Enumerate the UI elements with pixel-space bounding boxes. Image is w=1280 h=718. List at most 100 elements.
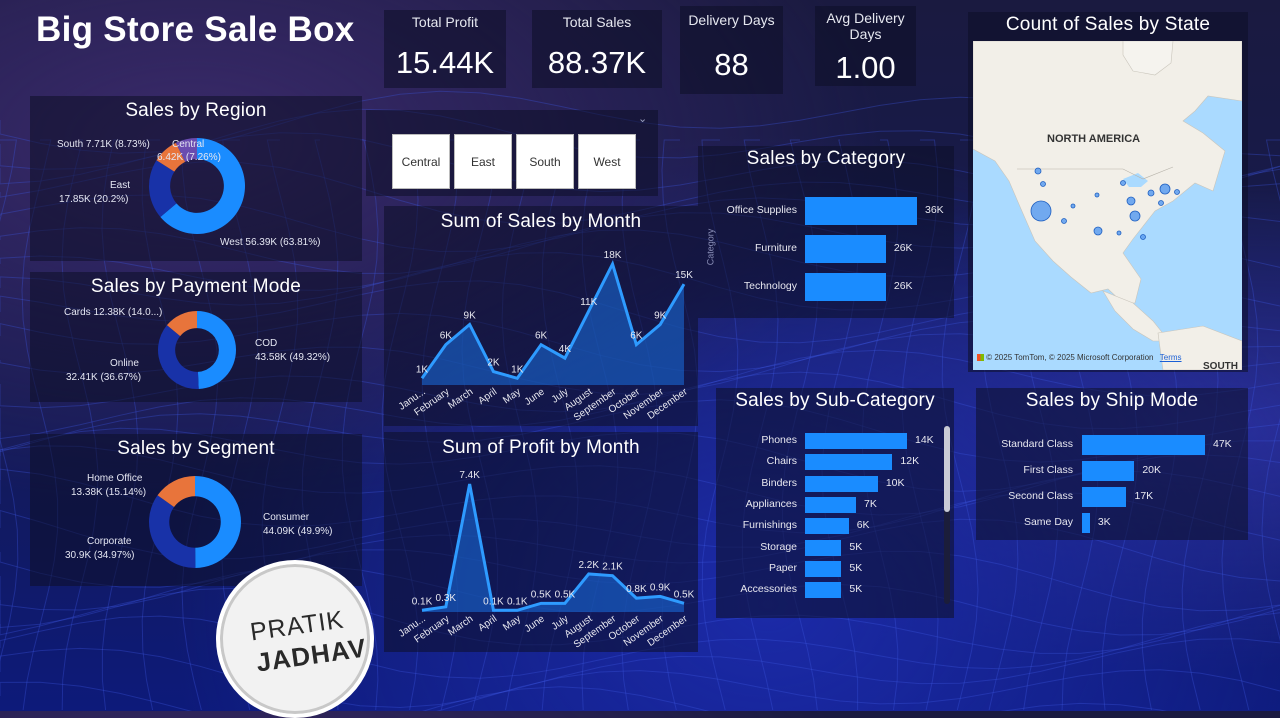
map-bubble xyxy=(1174,189,1180,195)
bar[interactable] xyxy=(1082,487,1127,507)
chevron-down-icon[interactable]: ⌄ xyxy=(638,112,647,125)
bar[interactable] xyxy=(1082,435,1205,455)
data-label: 11K xyxy=(580,297,597,308)
data-label: 9K xyxy=(464,311,477,322)
bar[interactable] xyxy=(805,273,886,301)
map-bubble xyxy=(1120,180,1126,186)
region-label-south: South 7.71K (8.73%) xyxy=(57,139,150,150)
data-label: 0.1K xyxy=(483,596,504,607)
data-label: 6K xyxy=(535,331,548,342)
data-label: 15K xyxy=(675,270,693,281)
payment-label-cod: COD xyxy=(255,338,278,349)
microsoft-logo-icon xyxy=(977,354,984,362)
kpi-total-profit: Total Profit 15.44K xyxy=(384,10,506,88)
segment-label-home: Home Office xyxy=(87,473,143,484)
x-tick-label: June xyxy=(523,386,547,408)
x-tick-label: April xyxy=(476,386,499,406)
kpi-label: Total Sales xyxy=(562,14,632,30)
wave-line xyxy=(0,139,19,662)
map-bubbles xyxy=(1030,167,1180,240)
kpi-label: Avg Delivery Days xyxy=(826,10,905,42)
payment-label-cod-value: 43.58K (49.32%) xyxy=(255,352,331,363)
data-label: 1K xyxy=(416,364,429,375)
donut-slice-online xyxy=(158,325,199,389)
terms-link[interactable]: Terms xyxy=(1160,353,1182,362)
slicer-option-west[interactable]: West xyxy=(578,134,636,189)
bar[interactable] xyxy=(805,197,917,225)
bar-category-label: Furnishings xyxy=(742,519,797,532)
bar[interactable] xyxy=(805,582,842,599)
scrollbar[interactable] xyxy=(944,426,950,604)
category-axis-label: Category xyxy=(705,228,716,266)
segment-label-consumer-value: 44.09K (49.9%) xyxy=(263,526,333,537)
data-label: 18K xyxy=(604,250,622,261)
payment-label-online-value: 32.41K (36.67%) xyxy=(66,372,142,383)
bar-value-label: 26K xyxy=(893,280,913,292)
donut-slice-cod xyxy=(197,311,236,389)
bar[interactable] xyxy=(1082,461,1135,481)
bar[interactable] xyxy=(805,454,893,471)
panel-title: Sales by Sub-Category xyxy=(735,390,935,411)
region-label-central: Central xyxy=(172,139,205,150)
bar[interactable] xyxy=(805,433,907,449)
bar-value-label: 36K xyxy=(925,204,944,216)
bar[interactable] xyxy=(805,539,842,556)
area-fill xyxy=(422,264,684,385)
slicer-option-east[interactable]: East xyxy=(454,134,512,189)
data-label: 2.2K xyxy=(578,560,599,571)
segment-label-consumer: Consumer xyxy=(263,512,310,523)
watermark-badge: PRATIK JADHAV xyxy=(216,560,374,718)
data-label: 0.5K xyxy=(555,589,576,600)
panel-title: Count of Sales by State xyxy=(1005,14,1211,35)
bar[interactable] xyxy=(805,560,842,577)
panel-title: Sales by Payment Mode xyxy=(90,276,302,297)
kpi-label: Delivery Days xyxy=(688,12,775,28)
bar[interactable] xyxy=(1082,513,1090,533)
slicer-option-south[interactable]: South xyxy=(516,134,574,189)
region-label-west: West 56.39K (63.81%) xyxy=(220,237,321,248)
scrollbar-thumb[interactable] xyxy=(944,426,950,512)
map-bubble xyxy=(1126,196,1136,206)
bar-category-label: Standard Class xyxy=(1001,438,1073,450)
bar-value-label: 17K xyxy=(1134,490,1154,502)
map-bubble xyxy=(1034,167,1042,175)
bar-value-label: 47K xyxy=(1213,438,1232,450)
data-label: 9K xyxy=(654,311,667,322)
bar[interactable] xyxy=(805,496,856,513)
bar[interactable] xyxy=(805,235,886,263)
x-tick-label: May xyxy=(501,386,523,406)
map-bubble xyxy=(1159,183,1171,195)
panel-title: Sales by Category xyxy=(746,148,906,169)
map-bubble xyxy=(1030,200,1052,222)
bar-value-label: 5K xyxy=(849,583,863,596)
kpi-label: Total Profit xyxy=(411,14,479,30)
x-tick-label: March xyxy=(446,613,475,638)
map-view[interactable]: NORTH AMERICA SOUTH A © 2025 TomTom, © 2… xyxy=(973,41,1242,370)
slicer-option-central[interactable]: Central xyxy=(392,134,450,189)
segment-label-home-value: 13.38K (15.14%) xyxy=(71,487,147,498)
data-label: 0.8K xyxy=(626,584,647,595)
data-label: 6K xyxy=(630,331,643,342)
map-attribution: © 2025 TomTom, © 2025 Microsoft Corporat… xyxy=(977,353,1182,362)
bar[interactable] xyxy=(805,475,878,492)
region-label-central-value: 6.42K (7.26%) xyxy=(157,152,221,163)
x-tick-label: March xyxy=(446,386,475,411)
bar-category-label: Appliances xyxy=(745,497,797,510)
data-label: 0.1K xyxy=(507,596,528,607)
bar-category-label: Technology xyxy=(743,280,797,292)
kpi-avg-delivery-days: Avg Delivery Days 1.00 xyxy=(815,6,916,86)
profit-month-chart: 0.1K 0.3K7.4K0.1K 0.1K0.5K 0.5K2.2K 2.1K0.8K… xyxy=(397,470,695,651)
kpi-value: 15.44K xyxy=(395,45,495,80)
bar-value-label: 5K xyxy=(849,561,863,574)
bar-value-label: 3K xyxy=(1097,516,1111,528)
map-bubble xyxy=(1094,192,1100,198)
kpi-value: 88 xyxy=(714,47,749,82)
bar-category-label: Binders xyxy=(761,476,797,489)
segment-label-corporate-value: 30.9K (34.97%) xyxy=(65,550,135,561)
bar-category-label: Accessories xyxy=(740,583,797,596)
map-bubble xyxy=(1147,189,1155,197)
payment-label-cards: Cards 12.38K (14.0...) xyxy=(64,307,163,318)
bar[interactable] xyxy=(805,518,849,535)
bar-category-label: Same Day xyxy=(1023,516,1073,528)
data-label: 0.5K xyxy=(674,589,695,600)
